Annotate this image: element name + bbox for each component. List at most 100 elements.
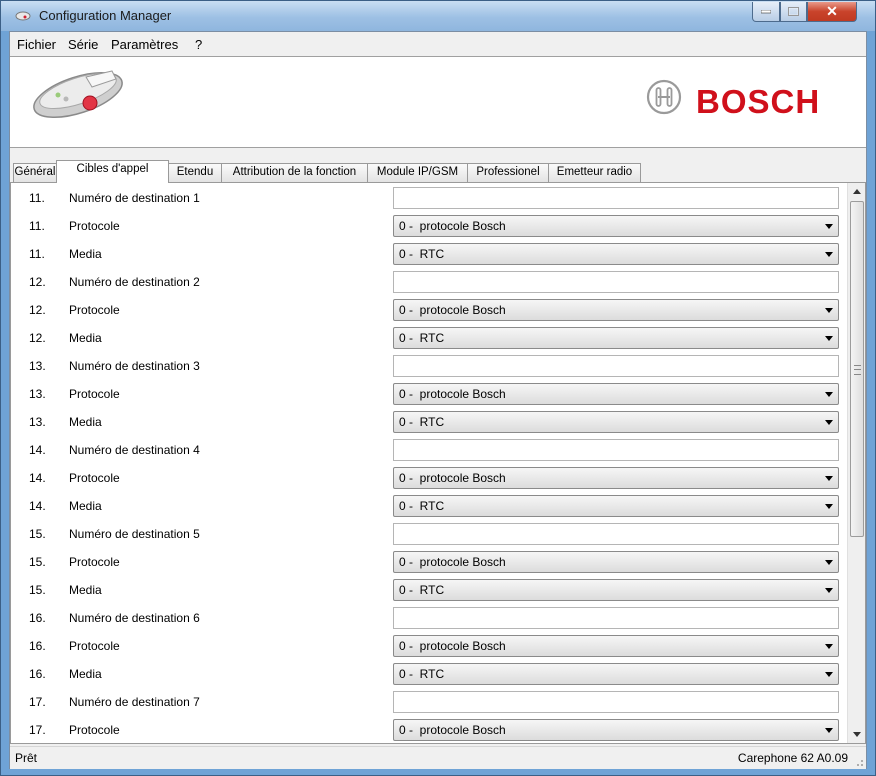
menu-serie[interactable]: Série bbox=[68, 37, 98, 52]
media-dropdown[interactable]: 0 - RTC bbox=[393, 327, 839, 349]
tab-professionel[interactable]: Professionel bbox=[467, 163, 549, 182]
menu-help[interactable]: ? bbox=[195, 37, 202, 52]
setting-row: 16. Protocole 0 - protocole Bosch bbox=[11, 633, 847, 661]
row-label: Protocole bbox=[69, 219, 120, 233]
row-number: 17. bbox=[29, 695, 46, 709]
resize-grip-icon[interactable] bbox=[854, 757, 864, 767]
client-area: Fichier Série Paramètres ? BOSCH Général… bbox=[9, 31, 867, 769]
dropdown-arrow-icon bbox=[825, 672, 833, 677]
dropdown-arrow-icon bbox=[825, 392, 833, 397]
carephone-device-icon bbox=[33, 70, 123, 119]
destination-number-field[interactable] bbox=[393, 355, 839, 377]
dropdown-arrow-icon bbox=[825, 336, 833, 341]
title-bar[interactable]: Configuration Manager ✕ bbox=[1, 1, 875, 31]
protocol-dropdown[interactable]: 0 - protocole Bosch bbox=[393, 551, 839, 573]
row-label: Protocole bbox=[69, 555, 120, 569]
row-label: Protocole bbox=[69, 387, 120, 401]
window-title: Configuration Manager bbox=[39, 8, 172, 23]
tab-cibles-d-appel[interactable]: Cibles d'appel bbox=[56, 160, 169, 183]
row-number: 14. bbox=[29, 499, 46, 513]
destination-number-field[interactable] bbox=[393, 607, 839, 629]
status-text: Prêt bbox=[15, 751, 38, 765]
tab-etendu[interactable]: Etendu bbox=[168, 163, 222, 182]
app-icon bbox=[15, 11, 31, 21]
vertical-scrollbar[interactable] bbox=[847, 183, 865, 743]
setting-row: 13. Media 0 - RTC bbox=[11, 409, 847, 437]
tab-attribution-fonction[interactable]: Attribution de la fonction bbox=[221, 163, 368, 182]
row-number: 15. bbox=[29, 527, 46, 541]
media-dropdown[interactable]: 0 - RTC bbox=[393, 495, 839, 517]
protocol-dropdown[interactable]: 0 - protocole Bosch bbox=[393, 215, 839, 237]
minimize-button[interactable] bbox=[752, 2, 780, 22]
media-dropdown[interactable]: 0 - RTC bbox=[393, 663, 839, 685]
dropdown-value: 0 - protocole Bosch bbox=[399, 219, 506, 233]
row-label: Media bbox=[69, 247, 102, 261]
dropdown-value: 0 - protocole Bosch bbox=[399, 639, 506, 653]
dropdown-value: 0 - protocole Bosch bbox=[399, 387, 506, 401]
row-number: 17. bbox=[29, 723, 46, 737]
destination-number-field[interactable] bbox=[393, 691, 839, 713]
row-label: Numéro de destination 7 bbox=[69, 695, 200, 709]
maximize-icon bbox=[788, 7, 799, 16]
destination-number-field[interactable] bbox=[393, 439, 839, 461]
media-dropdown[interactable]: 0 - RTC bbox=[393, 579, 839, 601]
setting-row: 11. Numéro de destination 1 bbox=[11, 185, 847, 213]
device-version: Carephone 62 A0.09 bbox=[737, 751, 848, 765]
dropdown-arrow-icon bbox=[825, 560, 833, 565]
setting-row: 16. Media 0 - RTC bbox=[11, 661, 847, 689]
dropdown-arrow-icon bbox=[825, 728, 833, 733]
dropdown-value: 0 - protocole Bosch bbox=[399, 303, 506, 317]
protocol-dropdown[interactable]: 0 - protocole Bosch bbox=[393, 383, 839, 405]
scroll-up-button[interactable] bbox=[848, 183, 865, 200]
protocol-dropdown[interactable]: 0 - protocole Bosch bbox=[393, 467, 839, 489]
setting-row: 14. Media 0 - RTC bbox=[11, 493, 847, 521]
scroll-up-arrow-icon bbox=[853, 189, 861, 194]
menu-bar: Fichier Série Paramètres ? bbox=[10, 32, 866, 56]
close-button[interactable]: ✕ bbox=[807, 2, 857, 22]
protocol-dropdown[interactable]: 0 - protocole Bosch bbox=[393, 635, 839, 657]
maximize-button[interactable] bbox=[780, 2, 807, 22]
status-bar: Prêt Carephone 62 A0.09 bbox=[10, 746, 866, 769]
destination-number-field[interactable] bbox=[393, 271, 839, 293]
row-number: 13. bbox=[29, 359, 46, 373]
tab-emetteur-radio[interactable]: Emetteur radio bbox=[548, 163, 641, 182]
row-label: Numéro de destination 2 bbox=[69, 275, 200, 289]
destination-number-field[interactable] bbox=[393, 187, 839, 209]
minimize-icon bbox=[761, 9, 771, 13]
protocol-dropdown[interactable]: 0 - protocole Bosch bbox=[393, 719, 839, 741]
destination-number-field[interactable] bbox=[393, 523, 839, 545]
setting-row: 17. Protocole 0 - protocole Bosch bbox=[11, 717, 847, 743]
setting-row: 12. Protocole 0 - protocole Bosch bbox=[11, 297, 847, 325]
protocol-dropdown[interactable]: 0 - protocole Bosch bbox=[393, 299, 839, 321]
setting-row: 15. Protocole 0 - protocole Bosch bbox=[11, 549, 847, 577]
tab-module-ip-gsm[interactable]: Module IP/GSM bbox=[367, 163, 468, 182]
media-dropdown[interactable]: 0 - RTC bbox=[393, 243, 839, 265]
dropdown-value: 0 - RTC bbox=[399, 247, 445, 261]
setting-row: 15. Media 0 - RTC bbox=[11, 577, 847, 605]
row-number: 15. bbox=[29, 555, 46, 569]
dropdown-value: 0 - RTC bbox=[399, 667, 445, 681]
row-number: 12. bbox=[29, 275, 46, 289]
row-number: 13. bbox=[29, 387, 46, 401]
menu-fichier[interactable]: Fichier bbox=[17, 37, 56, 52]
dropdown-value: 0 - protocole Bosch bbox=[399, 723, 506, 737]
dropdown-arrow-icon bbox=[825, 308, 833, 313]
dropdown-value: 0 - protocole Bosch bbox=[399, 555, 506, 569]
menu-parametres[interactable]: Paramètres bbox=[111, 37, 178, 52]
row-label: Protocole bbox=[69, 723, 120, 737]
dropdown-value: 0 - RTC bbox=[399, 499, 445, 513]
app-window: Configuration Manager ✕ Fichier Série Pa… bbox=[0, 0, 876, 776]
setting-row: 17. Numéro de destination 7 bbox=[11, 689, 847, 717]
row-label: Protocole bbox=[69, 471, 120, 485]
setting-row: 13. Numéro de destination 3 bbox=[11, 353, 847, 381]
media-dropdown[interactable]: 0 - RTC bbox=[393, 411, 839, 433]
scroll-thumb[interactable] bbox=[850, 201, 864, 537]
row-number: 16. bbox=[29, 611, 46, 625]
row-label: Protocole bbox=[69, 303, 120, 317]
row-number: 11. bbox=[29, 247, 45, 261]
setting-row: 13. Protocole 0 - protocole Bosch bbox=[11, 381, 847, 409]
scroll-down-button[interactable] bbox=[848, 726, 865, 743]
dropdown-arrow-icon bbox=[825, 476, 833, 481]
setting-row: 16. Numéro de destination 6 bbox=[11, 605, 847, 633]
tab-general[interactable]: Général bbox=[13, 163, 57, 182]
